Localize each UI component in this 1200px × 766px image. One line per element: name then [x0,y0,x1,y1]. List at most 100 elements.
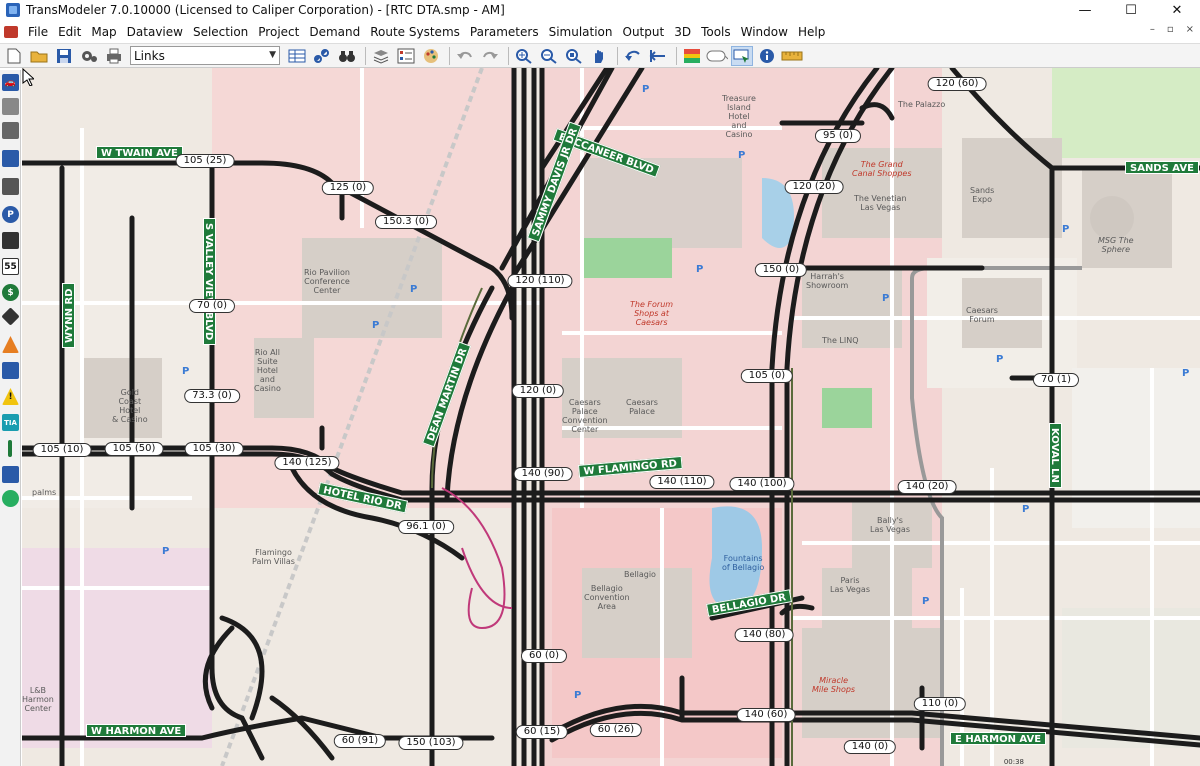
menu-project[interactable]: Project [253,25,304,39]
ruler-icon[interactable] [781,46,803,66]
mdi-close-icon[interactable]: × [1186,24,1194,35]
link-flow-label[interactable]: 120 (60) [927,77,987,91]
palette-icon[interactable] [420,46,442,66]
link-flow-label[interactable]: 140 (100) [729,477,795,491]
open-folder-icon[interactable] [28,46,50,66]
menu-demand[interactable]: Demand [304,25,365,39]
link-flow-label[interactable]: 150 (0) [754,263,808,277]
link-flow-label[interactable]: 150 (103) [398,736,464,750]
new-file-icon[interactable] [3,46,25,66]
redo-icon[interactable] [479,46,501,66]
layers-icon[interactable] [370,46,392,66]
link-flow-label[interactable]: 73.3 (0) [184,389,240,403]
menu-window[interactable]: Window [736,25,793,39]
color-theme-icon[interactable] [681,46,703,66]
warning-icon[interactable]: ! [2,388,19,405]
save-icon[interactable] [53,46,75,66]
tia-icon[interactable]: TIA [2,414,19,431]
link-chain-icon[interactable] [311,46,333,66]
chat-icon[interactable] [2,490,19,507]
link-flow-label[interactable]: 60 (91) [333,734,387,748]
link-flow-label[interactable]: 60 (0) [520,649,568,663]
zoom-out-icon[interactable] [538,46,560,66]
vehicle-icon[interactable]: 🚗 [2,74,19,91]
poi-rio-suite: Rio All Suite Hotel and Casino [254,348,281,393]
link-flow-label[interactable]: 60 (15) [515,725,569,739]
menu-simulation[interactable]: Simulation [544,25,618,39]
minimize-button[interactable]: — [1062,0,1108,20]
menu-edit[interactable]: Edit [53,25,86,39]
zoom-extent-icon[interactable] [563,46,585,66]
link-flow-label[interactable]: 140 (125) [274,456,340,470]
maximize-button[interactable]: ☐ [1108,0,1154,20]
menu-dataview[interactable]: Dataview [122,25,188,39]
link-flow-label[interactable]: 96.1 (0) [398,520,454,534]
sensor-icon[interactable] [1,307,20,326]
link-flow-label[interactable]: 105 (10) [32,443,92,457]
menu-output[interactable]: Output [618,25,670,39]
mdi-minimize-icon[interactable]: – [1150,24,1155,35]
menu-tools[interactable]: Tools [696,25,736,39]
link-flow-label[interactable]: 70 (0) [188,299,236,313]
info-icon[interactable] [756,46,778,66]
toll-icon[interactable]: $ [2,284,19,301]
transit-icon[interactable] [2,362,19,379]
link-flow-label[interactable]: 110 (0) [913,697,967,711]
link-flow-label[interactable]: 70 (1) [1032,373,1080,387]
menu-file[interactable]: File [23,25,53,39]
car-icon[interactable] [2,150,19,167]
grid-icon[interactable] [2,466,19,483]
pan-hand-icon[interactable] [588,46,610,66]
link-flow-label[interactable]: 120 (110) [507,274,573,288]
link-flow-label[interactable]: 140 (80) [734,628,794,642]
link-flow-label[interactable]: 140 (60) [736,708,796,722]
previous-view-icon[interactable] [622,46,644,66]
link-flow-label[interactable]: 105 (30) [184,442,244,456]
close-button[interactable]: ✕ [1154,0,1200,20]
print-icon[interactable] [103,46,125,66]
cone-icon[interactable] [2,336,19,353]
settings-gear-icon[interactable] [78,46,100,66]
link-flow-label[interactable]: 105 (25) [175,154,235,168]
road-icon[interactable] [2,98,19,115]
label-select-icon[interactable] [731,45,753,66]
mdi-restore-icon[interactable]: ▫ [1167,24,1174,35]
menu-selection[interactable]: Selection [188,25,253,39]
dataview-table-icon[interactable] [286,46,308,66]
poi-treasure-island: Treasure Island Hotel and Casino [722,94,756,139]
link-flow-label[interactable]: 105 (50) [104,442,164,456]
link-flow-label[interactable]: 140 (20) [897,480,957,494]
poi-sands-expo: Sands Expo [970,186,995,204]
bar-icon[interactable] [8,440,12,457]
menu-help[interactable]: Help [793,25,830,39]
parking-icon[interactable]: P [2,206,19,223]
undo-icon[interactable] [454,46,476,66]
parking-marker-icon: P [1062,224,1070,235]
menu-3d[interactable]: 3D [669,25,696,39]
link-flow-label[interactable]: 125 (0) [321,181,375,195]
binoculars-icon[interactable] [336,46,358,66]
map-view[interactable]: W TWAIN AVE S VALLEY VIEW BLVD WYNN RD B… [22,68,1200,766]
link-flow-label[interactable]: 95 (0) [814,129,862,143]
blank-label-icon[interactable] [706,46,728,66]
back-arrow-icon[interactable] [647,46,669,66]
lane-icon[interactable] [2,122,19,139]
link-flow-label[interactable]: 105 (0) [740,369,794,383]
speed-limit-icon[interactable]: 55 [2,258,19,275]
link-flow-label[interactable]: 140 (110) [649,475,715,489]
document-icon[interactable] [4,26,18,38]
menu-map[interactable]: Map [86,25,121,39]
menu-parameters[interactable]: Parameters [465,25,544,39]
legend-icon[interactable] [395,46,417,66]
link-flow-label[interactable]: 150.3 (0) [375,215,437,229]
pavement-icon[interactable] [2,178,19,195]
traffic-signal-icon[interactable] [2,232,19,249]
link-flow-label[interactable]: 60 (26) [589,723,643,737]
menu-route-systems[interactable]: Route Systems [365,25,465,39]
link-flow-label[interactable]: 140 (90) [513,467,573,481]
link-flow-label[interactable]: 120 (0) [511,384,565,398]
link-flow-label[interactable]: 140 (0) [843,740,897,754]
zoom-in-icon[interactable] [513,46,535,66]
layer-dropdown[interactable]: Links ▼ [130,46,280,65]
link-flow-label[interactable]: 120 (20) [784,180,844,194]
